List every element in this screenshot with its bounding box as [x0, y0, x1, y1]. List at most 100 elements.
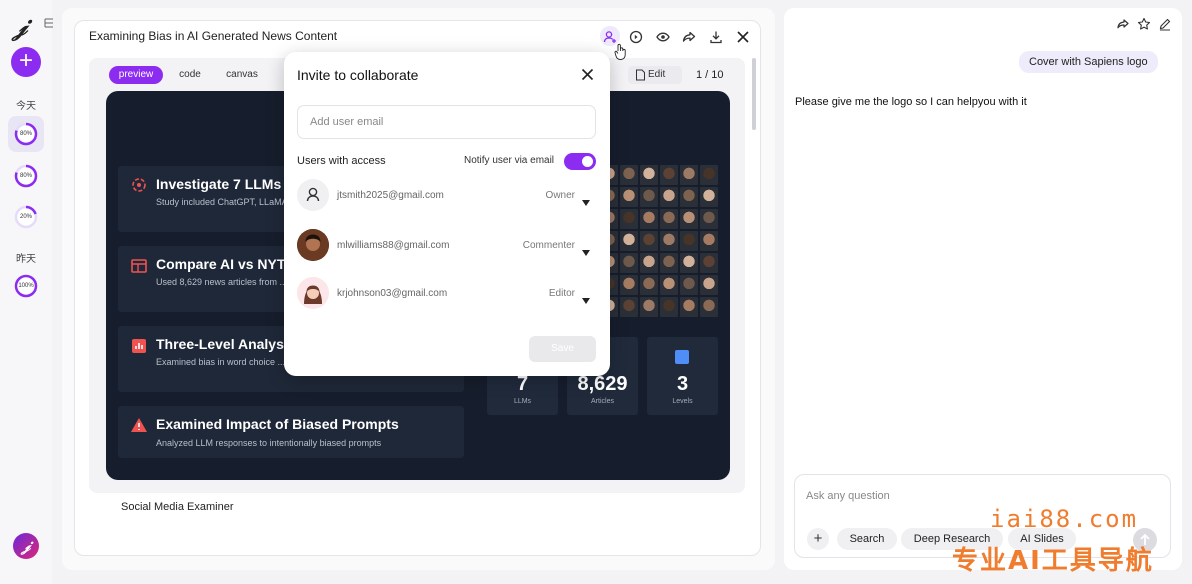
stat-label: Levels: [672, 398, 693, 405]
scrollbar[interactable]: [752, 58, 756, 130]
role-select[interactable]: Owner: [520, 190, 575, 201]
edit-button[interactable]: Edit: [628, 66, 682, 84]
modal-title: Invite to collaborate: [297, 67, 419, 83]
history-item-3[interactable]: 20%: [13, 204, 39, 230]
stat-value: 3: [676, 373, 689, 395]
role-select[interactable]: Editor: [520, 288, 575, 299]
star-icon[interactable]: [1137, 17, 1151, 31]
edit-label: Edit: [648, 69, 666, 80]
progress-label: 80%: [19, 173, 32, 179]
eye-icon[interactable]: [654, 28, 672, 46]
document-caption: Social Media Examiner: [121, 501, 234, 513]
slide-card-4: [118, 406, 464, 458]
face-tile: [620, 231, 638, 251]
face-tile: [660, 187, 678, 207]
face-tile: [640, 275, 658, 295]
face-tile: [680, 209, 698, 229]
share-icon[interactable]: [1116, 17, 1130, 31]
today-label: 今天: [16, 101, 36, 112]
face-tile: [680, 297, 698, 317]
stat-label: LLMs: [513, 398, 532, 405]
face-tile: [620, 187, 638, 207]
tab-canvas[interactable]: canvas: [218, 66, 266, 84]
face-tile: [700, 275, 718, 295]
invite-modal: [284, 52, 610, 376]
pencil-icon[interactable]: [1158, 17, 1172, 31]
chevron-down-icon[interactable]: [582, 243, 590, 256]
watermark-site: iai88.com: [990, 505, 1139, 533]
face-tile: [660, 275, 678, 295]
face-tile: [620, 209, 638, 229]
new-chat-button[interactable]: +: [11, 47, 41, 77]
face-tile: [660, 209, 678, 229]
user-email: mlwilliams88@gmail.com: [337, 240, 450, 251]
close-icon[interactable]: [580, 67, 595, 82]
email-input[interactable]: [297, 105, 596, 139]
page-counter: 1 / 10: [696, 69, 724, 81]
face-tile: [700, 231, 718, 251]
slide-card-title: Examined Impact of Biased Prompts: [156, 416, 399, 432]
users-with-access-label: Users with access: [297, 155, 386, 167]
face-tile: [700, 297, 718, 317]
progress-label: 80%: [19, 131, 32, 137]
notify-label: Notify user via email: [464, 155, 555, 166]
history-item-2[interactable]: 80%: [13, 163, 39, 189]
face-tile: [680, 275, 698, 295]
notify-toggle[interactable]: [564, 153, 596, 170]
slide-card-title: Investigate 7 LLMs: [156, 176, 282, 192]
role-select[interactable]: Commenter: [500, 240, 575, 251]
close-icon[interactable]: [734, 28, 752, 46]
face-tile: [620, 297, 638, 317]
user-avatar-photo: [297, 277, 329, 309]
face-tile: [640, 253, 658, 273]
play-icon[interactable]: [627, 28, 645, 46]
user-avatar-default: [297, 179, 329, 211]
chevron-down-icon[interactable]: [582, 193, 590, 206]
chat-input[interactable]: [806, 486, 1106, 506]
face-tile: [700, 209, 718, 229]
stat-value: 7: [516, 373, 529, 395]
user-avatar-photo: [297, 229, 329, 261]
progress-label: 20%: [19, 214, 32, 220]
chevron-down-icon[interactable]: [582, 291, 590, 304]
sidebar-toggle-icon[interactable]: [44, 16, 54, 28]
edit-icon: [636, 69, 645, 81]
face-tile: [680, 253, 698, 273]
tab-code[interactable]: code: [170, 66, 210, 84]
stat-label: Articles: [591, 398, 614, 405]
save-button[interactable]: Save: [529, 336, 596, 362]
face-tile: [620, 165, 638, 185]
hand-cursor-icon: [614, 43, 628, 61]
face-tile: [640, 165, 658, 185]
history-item-1[interactable]: 80%: [13, 121, 39, 147]
download-icon[interactable]: [707, 28, 725, 46]
bar-chart-icon: [130, 337, 148, 355]
user-avatar[interactable]: 𝒿: [13, 533, 39, 559]
face-tile: [620, 253, 638, 273]
chart-icon: [675, 350, 689, 364]
user-message: Cover with Sapiens logo: [1019, 51, 1158, 73]
share-icon[interactable]: [680, 28, 698, 46]
slide-card-title: Compare AI vs NYT: [156, 256, 286, 272]
face-tile: [660, 165, 678, 185]
user-email: krjohnson03@gmail.com: [337, 288, 448, 299]
watermark-text: 专业AI工具导航: [952, 546, 1154, 576]
assistant-message: Please give me the logo so I can helpyou…: [795, 96, 1027, 108]
app-logo[interactable]: 𝒿: [13, 14, 39, 40]
face-tile: [640, 209, 658, 229]
stat-value: 8,629: [577, 373, 628, 395]
face-tile: [700, 187, 718, 207]
face-tile: [700, 165, 718, 185]
face-tile: [680, 187, 698, 207]
search-chip[interactable]: Search: [837, 528, 897, 550]
face-tile: [640, 297, 658, 317]
slide-card-desc: Analyzed LLM responses to intentionally …: [156, 438, 382, 448]
face-tile: [680, 231, 698, 251]
user-email: jtsmith2025@gmail.com: [337, 190, 444, 201]
slide-card-title: Three-Level Analysis: [156, 336, 296, 352]
face-tile: [660, 297, 678, 317]
face-tile: [620, 275, 638, 295]
tab-preview[interactable]: preview: [109, 66, 163, 84]
attach-button[interactable]: +: [807, 528, 829, 550]
history-item-4[interactable]: 100%: [13, 273, 39, 299]
